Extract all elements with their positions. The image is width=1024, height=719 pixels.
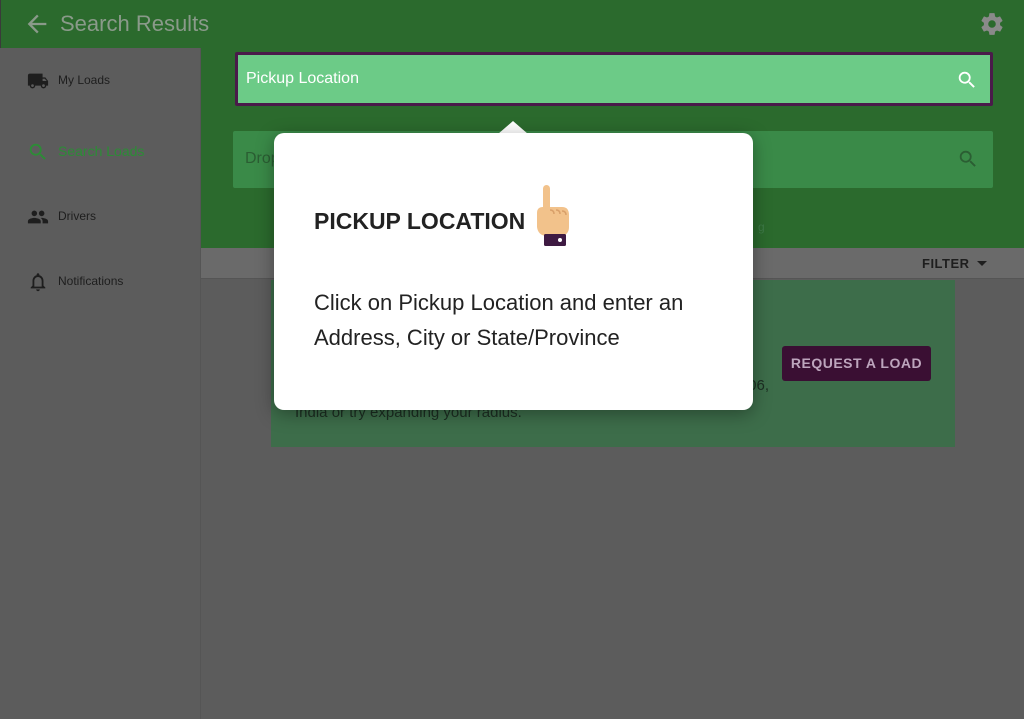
tour-popup: PICKUP LOCATION Click on Pickup Location…: [274, 133, 753, 410]
sidebar-item-notifications[interactable]: Notifications: [0, 262, 200, 302]
pointing-hand-icon: [537, 185, 569, 246]
popup-body: Click on Pickup Location and enter an Ad…: [314, 290, 684, 350]
app-bar: Search Results: [0, 0, 1024, 48]
sidebar-item-my-loads[interactable]: My Loads: [0, 61, 200, 101]
popup-title: PICKUP LOCATION: [314, 208, 526, 234]
pickup-location-input[interactable]: Pickup Location: [235, 52, 993, 106]
people-icon: [27, 210, 49, 224]
arrow-left-icon[interactable]: [23, 10, 51, 38]
chevron-down-icon[interactable]: [977, 261, 987, 266]
request-a-load-button[interactable]: REQUEST A LOAD: [782, 346, 931, 381]
sidebar-item-label: My Loads: [58, 73, 111, 87]
range-hint: g: [758, 220, 765, 234]
pickup-placeholder: Pickup Location: [246, 70, 359, 87]
filter-button[interactable]: FILTER: [922, 256, 970, 271]
page-title: Search Results: [60, 11, 210, 36]
bell-icon: [30, 273, 46, 292]
sidebar-item-label: Drivers: [58, 209, 96, 223]
sidebar: My Loads Search Loads Drivers Notificati…: [0, 48, 201, 719]
gear-icon[interactable]: [979, 11, 1005, 37]
search-icon[interactable]: [957, 148, 979, 170]
sidebar-item-label: Search Loads: [58, 143, 145, 159]
search-icon: [29, 143, 46, 160]
sidebar-item-drivers[interactable]: Drivers: [0, 197, 200, 237]
sidebar-item-label: Notifications: [58, 274, 124, 288]
truck-icon: [27, 73, 49, 89]
sidebar-item-search-loads[interactable]: Search Loads: [0, 132, 200, 172]
search-icon[interactable]: [956, 69, 978, 91]
